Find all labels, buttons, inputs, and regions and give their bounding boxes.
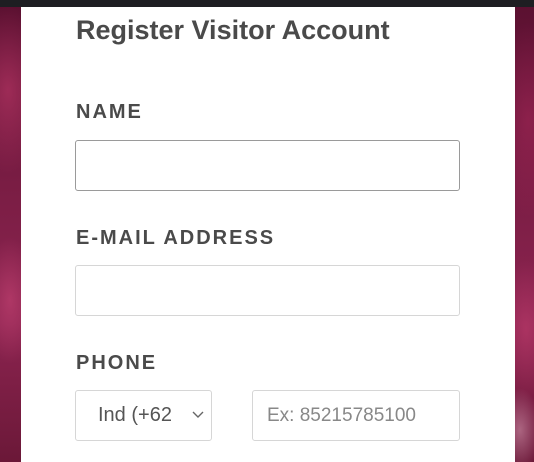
- name-input[interactable]: [75, 140, 460, 191]
- country-code-value: Ind (+62: [98, 404, 172, 426]
- email-input[interactable]: [75, 265, 460, 316]
- email-label: E-MAIL ADDRESS: [76, 227, 276, 249]
- form-title: Register Visitor Account: [76, 15, 390, 45]
- top-bar: [0, 0, 534, 7]
- register-form-card: Register Visitor Account NAME E-MAIL ADD…: [21, 7, 515, 462]
- chevron-down-icon: [192, 411, 204, 418]
- name-label: NAME: [76, 101, 143, 123]
- country-code-select[interactable]: Ind (+62: [75, 390, 212, 441]
- phone-label: PHONE: [76, 352, 158, 374]
- phone-input[interactable]: [252, 390, 460, 441]
